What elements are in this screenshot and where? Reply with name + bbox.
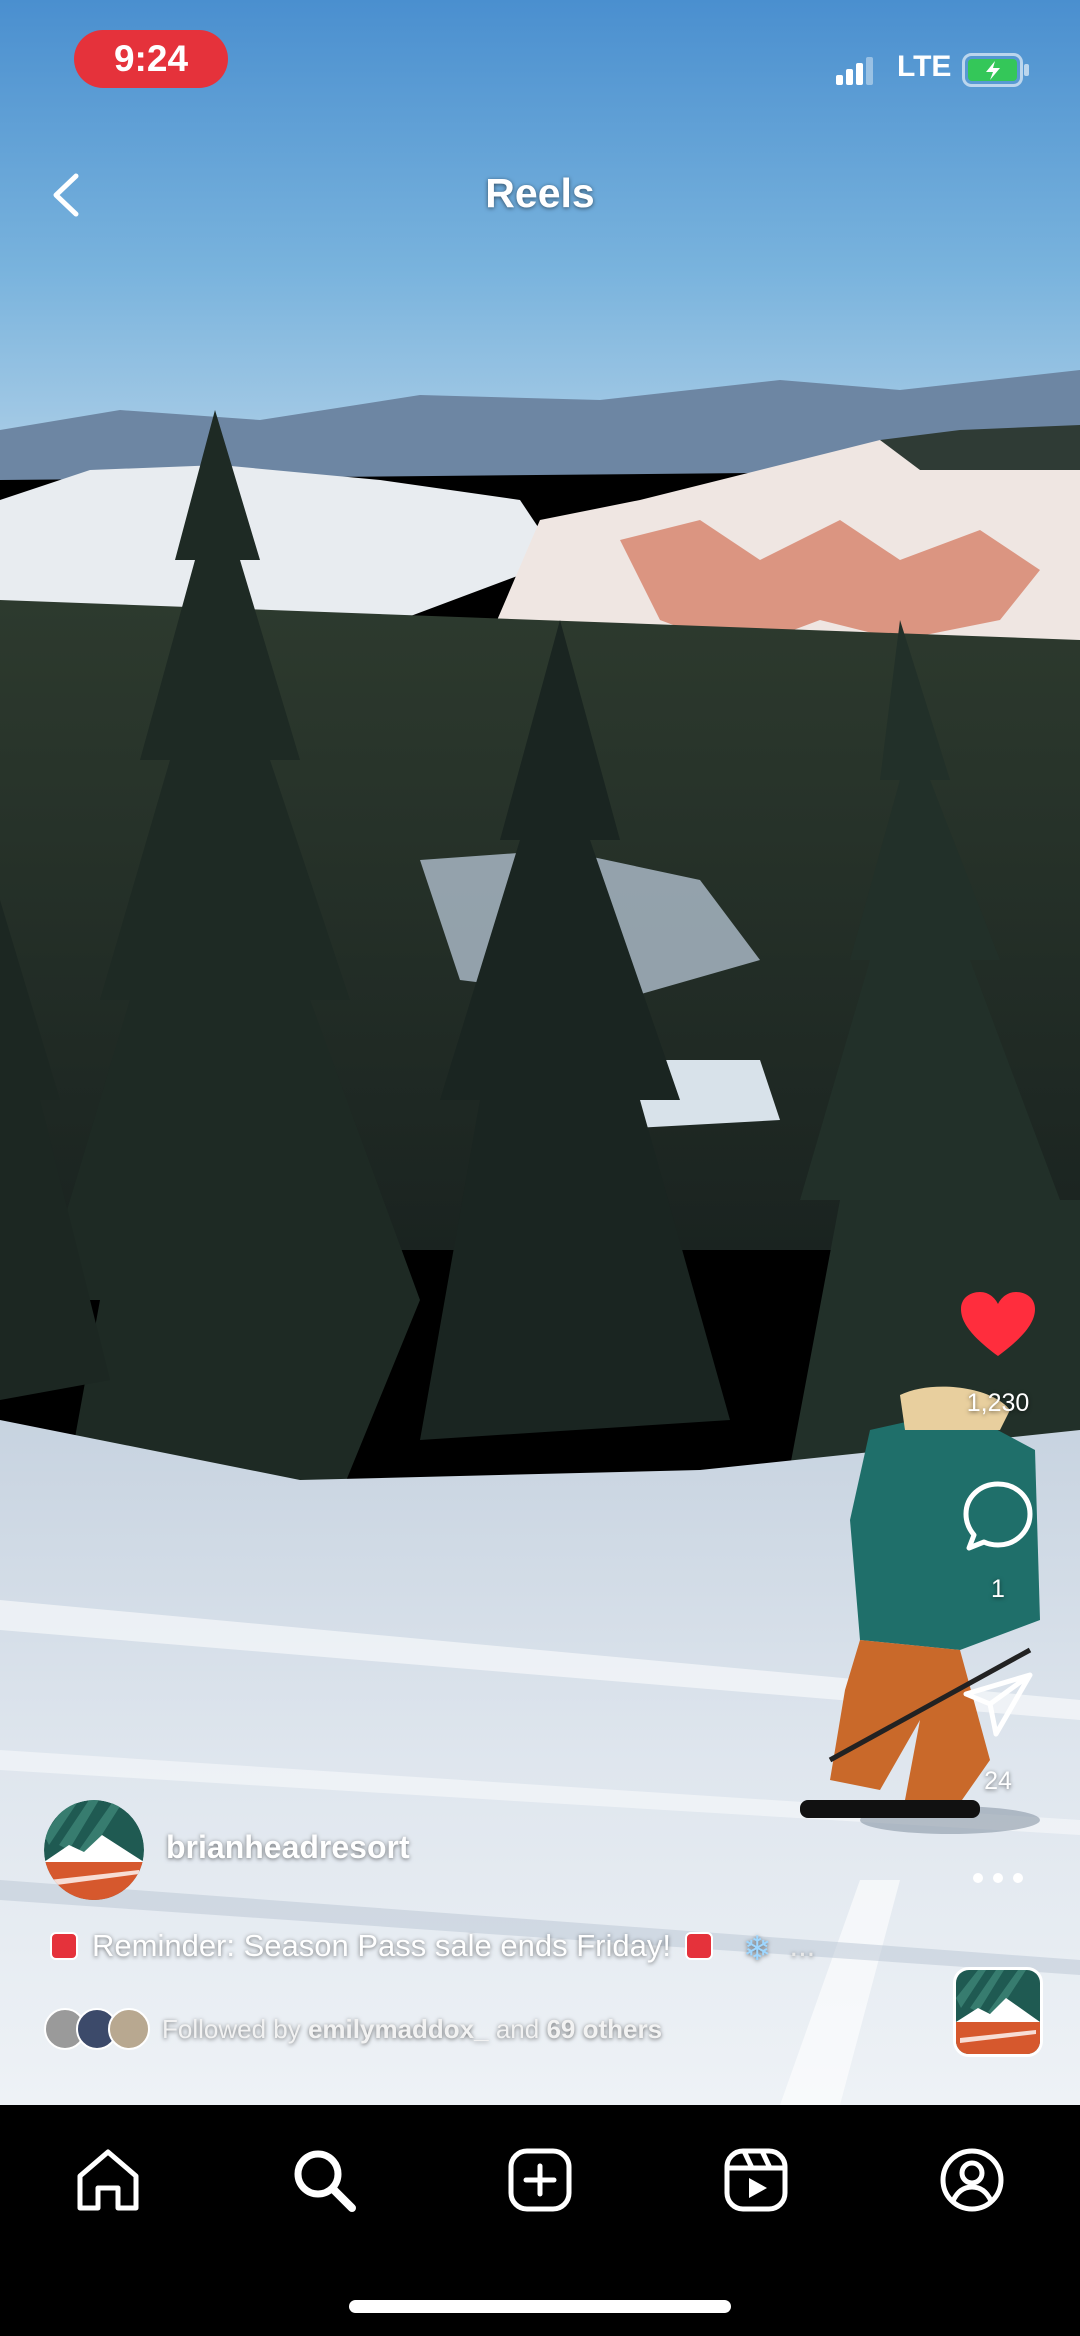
reels-screen: 9:24 LTE Reels 1,230 1 24 brianheadresor… (0, 0, 1080, 2336)
comment-icon (963, 1481, 1033, 1551)
brian-head-logo-icon (956, 1970, 1040, 2054)
caption-more[interactable]: ... (789, 1928, 815, 1963)
followed-others[interactable]: 69 others (546, 2014, 662, 2044)
nav-reels[interactable] (716, 2140, 796, 2220)
nav-search[interactable] (284, 2140, 364, 2220)
like-button[interactable] (958, 1290, 1038, 1360)
signal-icon (836, 57, 876, 85)
avatar[interactable] (44, 1800, 144, 1900)
follower-avatar (108, 2008, 150, 2050)
heart-filled-icon (961, 1292, 1035, 1356)
network-type: LTE (897, 50, 952, 83)
nav-home[interactable] (68, 2140, 148, 2220)
followed-by-row[interactable]: Followed by emilymaddox_ and 69 others (44, 2008, 662, 2050)
status-time: 9:24 (74, 30, 228, 88)
snowflake-emoji-icon: ❄ (742, 1930, 772, 1968)
like-count: 1,230 (966, 1389, 1030, 1417)
comment-count: 1 (991, 1575, 1005, 1603)
profile-icon (940, 2148, 1004, 2212)
followed-middle: and (495, 2013, 540, 2044)
more-horizontal-icon (973, 1873, 1023, 1883)
create-icon (508, 2148, 572, 2212)
followed-user[interactable]: emilymaddox_ (308, 2014, 489, 2044)
audio-thumbnail[interactable] (953, 1967, 1043, 2057)
post-caption[interactable]: Reminder: Season Pass sale ends Friday! ❄… (50, 1928, 815, 1969)
followed-prefix: Followed by (162, 2013, 301, 2044)
nav-create[interactable] (500, 2140, 580, 2220)
reels-icon (724, 2148, 788, 2212)
brian-head-logo-icon (44, 1800, 144, 1900)
siren-emoji-icon (684, 1932, 713, 1960)
battery-icon (962, 53, 1030, 87)
comment-button[interactable] (960, 1478, 1036, 1554)
share-count: 24 (984, 1767, 1012, 1795)
reel-video[interactable] (0, 0, 1080, 2105)
paper-plane-icon (963, 1672, 1033, 1737)
caption-text: Reminder: Season Pass sale ends Friday! (92, 1928, 671, 1963)
nav-profile[interactable] (932, 2140, 1012, 2220)
share-button[interactable] (960, 1670, 1036, 1740)
home-icon (77, 2149, 139, 2211)
siren-emoji-icon (50, 1932, 78, 1960)
account-username[interactable]: brianheadresort (166, 1829, 410, 1866)
search-icon (294, 2150, 356, 2212)
more-options-button[interactable] (970, 1868, 1026, 1888)
home-indicator[interactable] (349, 2300, 731, 2313)
page-title: Reels (485, 170, 595, 216)
